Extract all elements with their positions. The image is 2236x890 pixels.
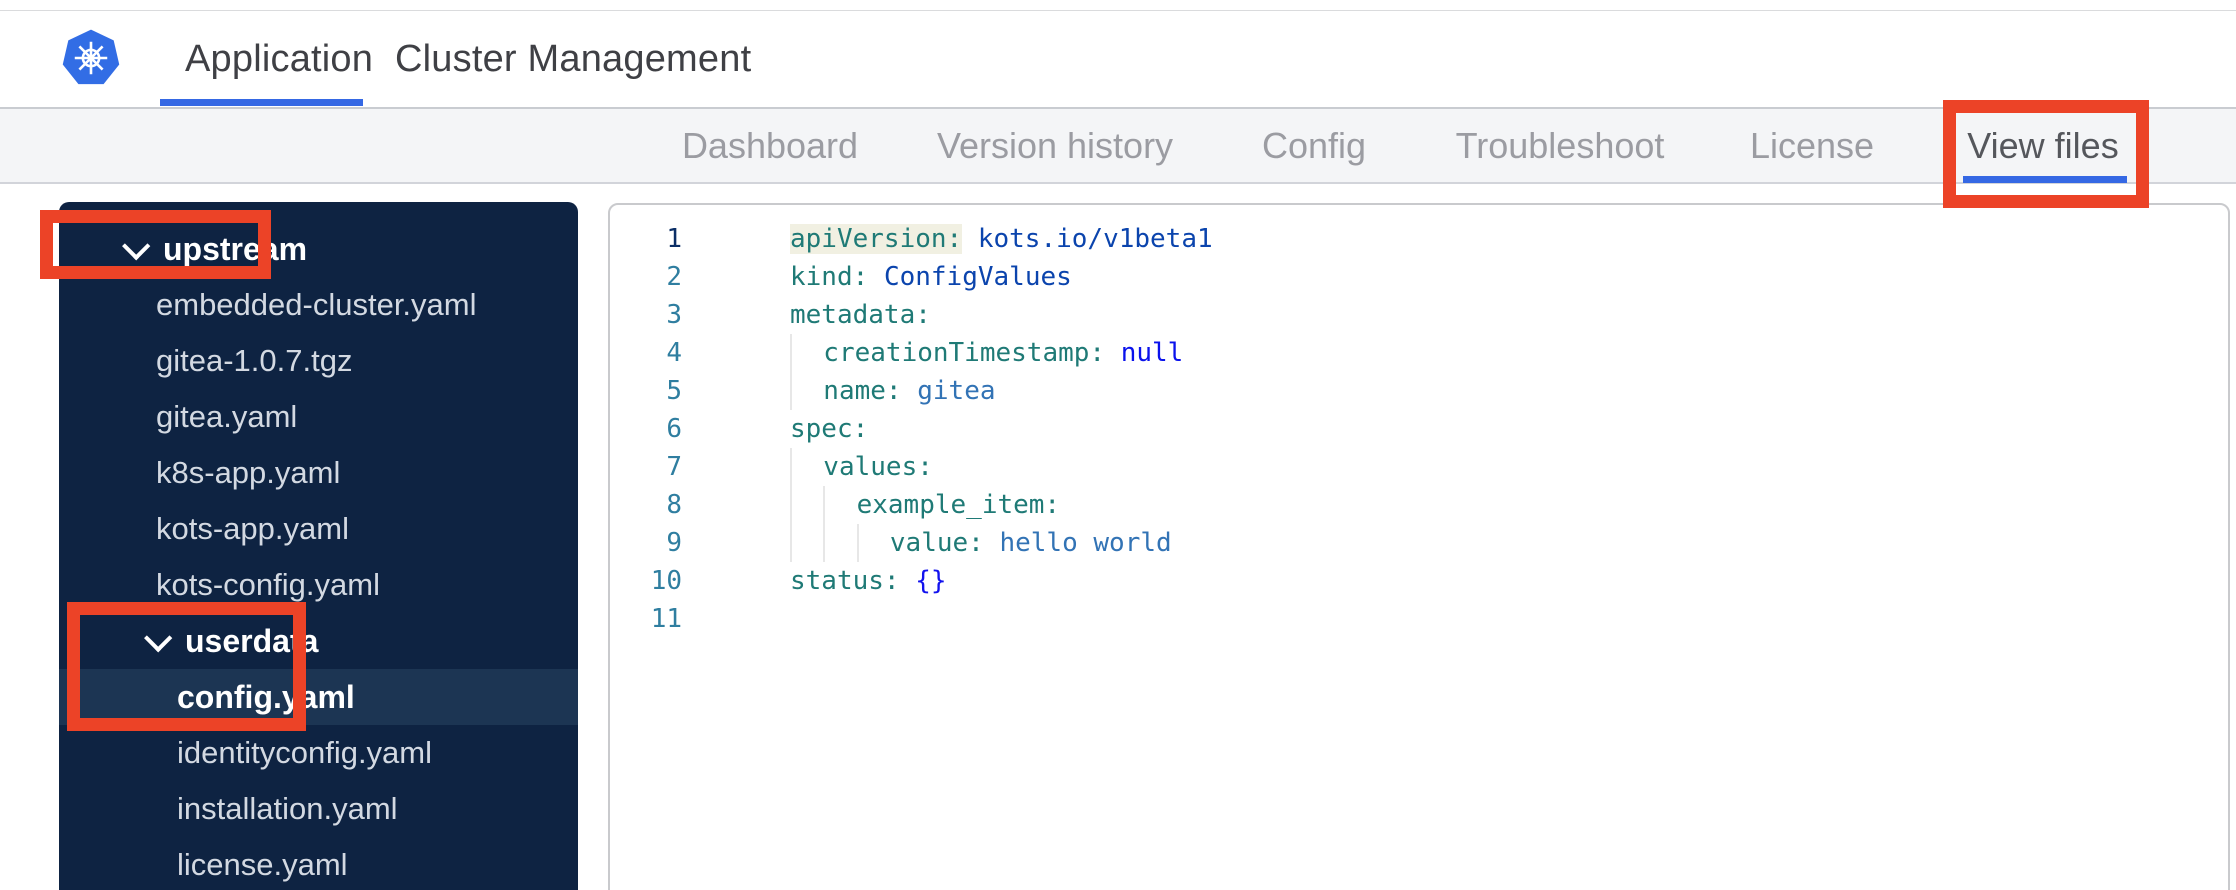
tree-item-label: embedded-cluster.yaml xyxy=(156,287,477,322)
code-line-6: 6 spec: xyxy=(610,410,2228,448)
line-number: 8 xyxy=(666,490,682,520)
code-line-7: 7 values: xyxy=(610,448,2228,486)
code-text: spec: xyxy=(790,414,869,444)
code-text: name: gitea xyxy=(790,372,996,410)
tree-item-label: gitea-1.0.7.tgz xyxy=(156,343,353,378)
code-text: status: {} xyxy=(790,566,947,596)
nav-tab-dashboard[interactable]: Dashboard xyxy=(682,109,858,182)
chevron-down-icon xyxy=(122,232,151,261)
code-line-5: 5 name: gitea xyxy=(610,372,2228,410)
app-navbar: Dashboard Version history Config Troublesho… xyxy=(0,109,2236,184)
line-number: 2 xyxy=(666,262,682,292)
tree-file-installation-yaml[interactable]: installation.yaml xyxy=(59,781,578,837)
file-tree-sidebar: upstream embedded-cluster.yaml gitea-1.0.7… xyxy=(59,202,578,890)
active-header-tab-underline xyxy=(160,99,363,106)
nav-tab-view-files[interactable]: View files xyxy=(1967,109,2118,182)
line-number: 7 xyxy=(666,452,682,482)
code-line-3: 3 metadata: xyxy=(610,296,2228,334)
tree-file-kots-config-yaml[interactable]: kots-config.yaml xyxy=(59,557,578,613)
line-number: 11 xyxy=(650,604,682,634)
tree-file-gitea-yaml[interactable]: gitea.yaml xyxy=(59,389,578,445)
indent-guide xyxy=(790,486,823,524)
code-text: creationTimestamp: null xyxy=(790,334,1183,372)
code-line-8: 8 example_item: xyxy=(610,486,2228,524)
tree-file-gitea-1-0-7-tgz[interactable]: gitea-1.0.7.tgz xyxy=(59,333,578,389)
code-text: value: hello world xyxy=(790,524,1172,562)
tree-folder-userdata[interactable]: userdata xyxy=(59,613,578,669)
kubernetes-logo-icon xyxy=(62,29,120,87)
app-header: Application Cluster Management xyxy=(0,11,2236,109)
code-text: apiVersion: kots.io/v1beta1 xyxy=(790,224,1213,254)
indent-guide xyxy=(790,334,823,372)
tree-item-label: k8s-app.yaml xyxy=(156,455,341,490)
indent-guide xyxy=(823,486,856,524)
nav-tab-troubleshoot[interactable]: Troubleshoot xyxy=(1456,109,1665,182)
line-number: 5 xyxy=(666,376,682,406)
line-number: 4 xyxy=(666,338,682,368)
tree-item-label: identityconfig.yaml xyxy=(177,735,433,770)
code-text: kind: ConfigValues xyxy=(790,262,1072,292)
tree-folder-upstream[interactable]: upstream xyxy=(59,221,578,277)
line-number: 1 xyxy=(666,224,682,254)
tree-item-label: kots-config.yaml xyxy=(156,567,380,602)
code-line-11: 11 xyxy=(610,600,2228,638)
line-number: 3 xyxy=(666,300,682,330)
tree-item-label: kots-app.yaml xyxy=(156,511,349,546)
indent-guide xyxy=(790,448,823,486)
tree-item-label: userdata xyxy=(185,622,319,659)
tree-item-label: upstream xyxy=(163,230,308,267)
indent-guide xyxy=(856,524,890,562)
code-text: values: xyxy=(790,448,933,486)
code-line-1: 1 apiVersion: kots.io/v1beta1 xyxy=(610,220,2228,258)
nav-tab-config[interactable]: Config xyxy=(1262,109,1366,182)
tree-file-kots-app-yaml[interactable]: kots-app.yaml xyxy=(59,501,578,557)
indent-guide xyxy=(823,524,856,562)
line-number: 10 xyxy=(650,566,682,596)
tree-file-license-yaml[interactable]: license.yaml xyxy=(59,837,578,890)
header-tab-cluster-management[interactable]: Cluster Management xyxy=(395,11,751,107)
code-text: example_item: xyxy=(790,486,1060,524)
tree-item-label: license.yaml xyxy=(177,847,348,882)
code-text: metadata: xyxy=(790,300,931,330)
chevron-down-icon xyxy=(144,624,173,653)
code-line-4: 4 creationTimestamp: null xyxy=(610,334,2228,372)
nav-tab-license[interactable]: License xyxy=(1750,109,1874,182)
tree-item-label: config.yaml xyxy=(177,678,355,715)
indent-guide xyxy=(790,372,823,410)
line-number: 6 xyxy=(666,414,682,444)
kots-admin-console: Application Cluster Management Dashboard V… xyxy=(0,0,2236,890)
active-nav-tab-underline xyxy=(1963,176,2127,183)
tree-file-k8s-app-yaml[interactable]: k8s-app.yaml xyxy=(59,445,578,501)
line-number: 9 xyxy=(666,528,682,558)
tree-file-config-yaml[interactable]: config.yaml xyxy=(59,669,578,725)
indent-guide xyxy=(790,524,823,562)
tree-item-label: installation.yaml xyxy=(177,791,398,826)
header-tab-application[interactable]: Application xyxy=(185,11,373,107)
nav-tab-version-history[interactable]: Version history xyxy=(937,109,1173,182)
file-content-editor[interactable]: 1 apiVersion: kots.io/v1beta1 2 kind: Confi… xyxy=(608,203,2230,890)
code-line-2: 2 kind: ConfigValues xyxy=(610,258,2228,296)
code-line-9: 9 value: hello world xyxy=(610,524,2228,562)
tree-file-embedded-cluster-yaml[interactable]: embedded-cluster.yaml xyxy=(59,277,578,333)
tree-item-label: gitea.yaml xyxy=(156,399,298,434)
code-line-10: 10 status: {} xyxy=(610,562,2228,600)
tree-file-identityconfig-yaml[interactable]: identityconfig.yaml xyxy=(59,725,578,781)
